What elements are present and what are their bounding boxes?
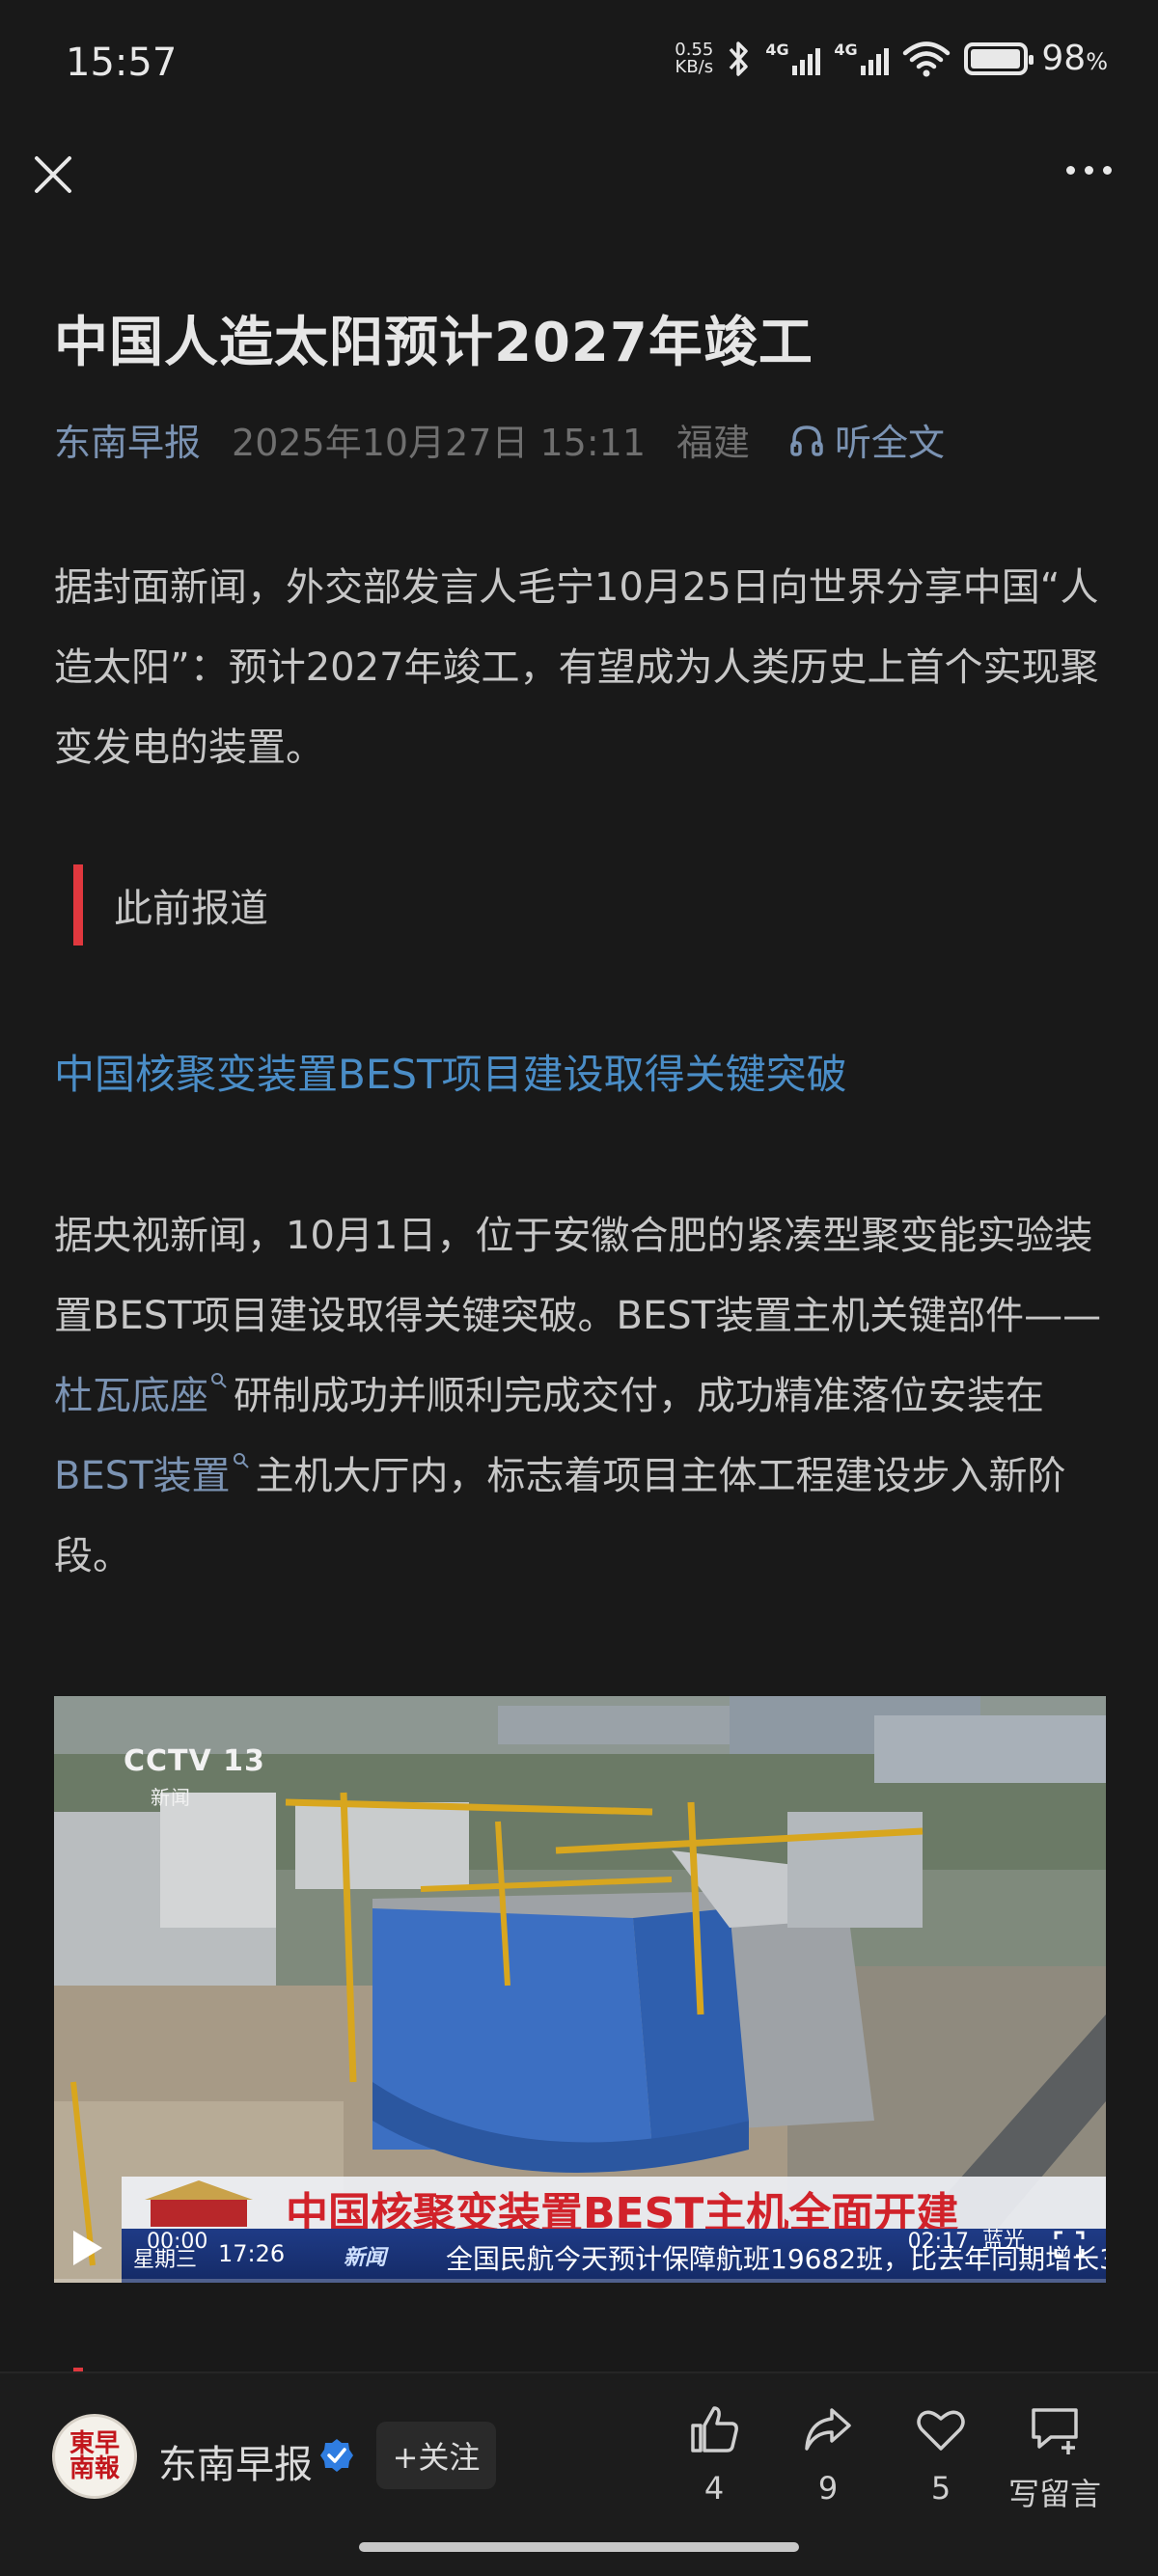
status-time: 15:57 [66, 41, 178, 85]
write-comment-label: 写留言 [1007, 2476, 1101, 2512]
battery-icon [964, 41, 1034, 75]
video-quality-button[interactable]: 蓝光 [982, 2223, 1025, 2254]
source-avatar[interactable]: 東早南報 [52, 2414, 137, 2499]
favorite-count: 5 [930, 2470, 951, 2507]
network-speed-unit: KB/s [675, 56, 714, 77]
related-article-link[interactable]: 中国核聚变装置BEST项目建设取得关键突破 [54, 1042, 847, 1101]
bluetooth-icon [730, 41, 749, 76]
section-title: 此前报道 [114, 887, 268, 931]
section-accent-bar [73, 864, 83, 945]
close-icon[interactable] [33, 154, 73, 195]
thumbs-up-icon [691, 2406, 738, 2453]
play-icon[interactable] [73, 2231, 102, 2265]
share-count: 9 [817, 2470, 839, 2507]
article-paragraph-1: 据封面新闻，外交部发言人毛宁10月25日向世界分享中国“人造太阳”：预计2027… [54, 565, 1099, 770]
source-name[interactable]: 东南早报 [158, 2433, 313, 2489]
battery-percent: 98% [1041, 39, 1108, 78]
paragraph-2-text-1: 据央视新闻，10月1日，位于安徽合肥的紧凑型聚变能实验装置BEST项目建设取得关… [54, 1214, 1102, 1338]
video-progress-bar[interactable] [54, 2279, 1106, 2283]
keyword-link-dewar-base[interactable]: 杜瓦底座 [54, 1374, 208, 1418]
article-datetime: 2025年10月27日 15:11 [232, 422, 647, 464]
write-comment-button[interactable]: 写留言 [1002, 2402, 1108, 2514]
ticker-time: 17:26 [218, 2240, 286, 2267]
ticker-channel: 新闻 [344, 2246, 387, 2270]
article-title: 中国人造太阳预计2027年竣工 [54, 312, 813, 374]
share-arrow-icon [805, 2408, 851, 2451]
channel-logo: CCTV 13 新闻 [124, 1744, 265, 1809]
video-duration: 02:17 [907, 2230, 969, 2254]
wifi-icon [903, 41, 951, 76]
status-bar: 15:57 0.55 KB/s 4G 4G 98% [0, 0, 1158, 125]
tiananmen-icon [145, 2180, 253, 2227]
heart-icon [917, 2410, 965, 2451]
article-page: 15:57 0.55 KB/s 4G 4G 98% 中国人造太阳预计2027年竣… [0, 0, 1158, 2576]
network-speed: 0.55 KB/s [675, 41, 713, 76]
keyword-link-best-device[interactable]: BEST装置 [54, 1454, 231, 1498]
cellular-signal-1-icon: 4G [765, 40, 821, 75]
search-icon[interactable] [233, 1452, 250, 1469]
fullscreen-icon[interactable] [1054, 2231, 1085, 2258]
listen-label: 听全文 [835, 422, 946, 464]
home-indicator[interactable] [359, 2542, 799, 2552]
cellular-signal-2-icon: 4G [834, 40, 890, 75]
like-count: 4 [703, 2470, 725, 2507]
paragraph-2-text-2: 研制成功并顺利完成交付，成功精准落位安装在 [234, 1374, 1044, 1418]
article-location: 福建 [676, 422, 751, 464]
verified-badge-icon [320, 2439, 353, 2472]
article-meta: 东南早报 2025年10月27日 15:11 福建 听全文 [54, 413, 945, 466]
signal-2-label: 4G [834, 40, 858, 59]
listen-full-text-button[interactable]: 听全文 [788, 413, 945, 466]
share-button[interactable]: 9 [775, 2402, 881, 2507]
avatar-text: 東早南報 [69, 2429, 120, 2483]
channel-sub: 新闻 [151, 1786, 191, 1809]
video-current-time: 00:00 [147, 2230, 208, 2254]
network-speed-value: 0.55 [675, 39, 714, 60]
favorite-button[interactable]: 5 [888, 2402, 994, 2507]
article-paragraph-2: 据央视新闻，10月1日，位于安徽合肥的紧凑型聚变能实验装置BEST项目建设取得关… [54, 1196, 1106, 1597]
signal-1-label: 4G [765, 40, 789, 59]
section-heading: 此前报道 [54, 864, 268, 945]
comment-add-icon [1032, 2408, 1078, 2454]
search-icon[interactable] [210, 1372, 228, 1389]
video-headline-banner: 中国核聚变装置BEST主机全面开建 [122, 2177, 1106, 2238]
more-options-icon[interactable] [1066, 166, 1112, 175]
video-player[interactable]: CCTV 13 新闻 中国核聚变装置BEST主机全面开建 星期三 17:26 新闻… [54, 1696, 1106, 2283]
status-icons: 0.55 KB/s 4G 4G 98% [675, 39, 1108, 78]
follow-button[interactable]: +关注 [376, 2422, 496, 2489]
article-source-link[interactable]: 东南早报 [54, 413, 201, 466]
headphones-icon [790, 425, 823, 456]
like-button[interactable]: 4 [661, 2402, 767, 2507]
